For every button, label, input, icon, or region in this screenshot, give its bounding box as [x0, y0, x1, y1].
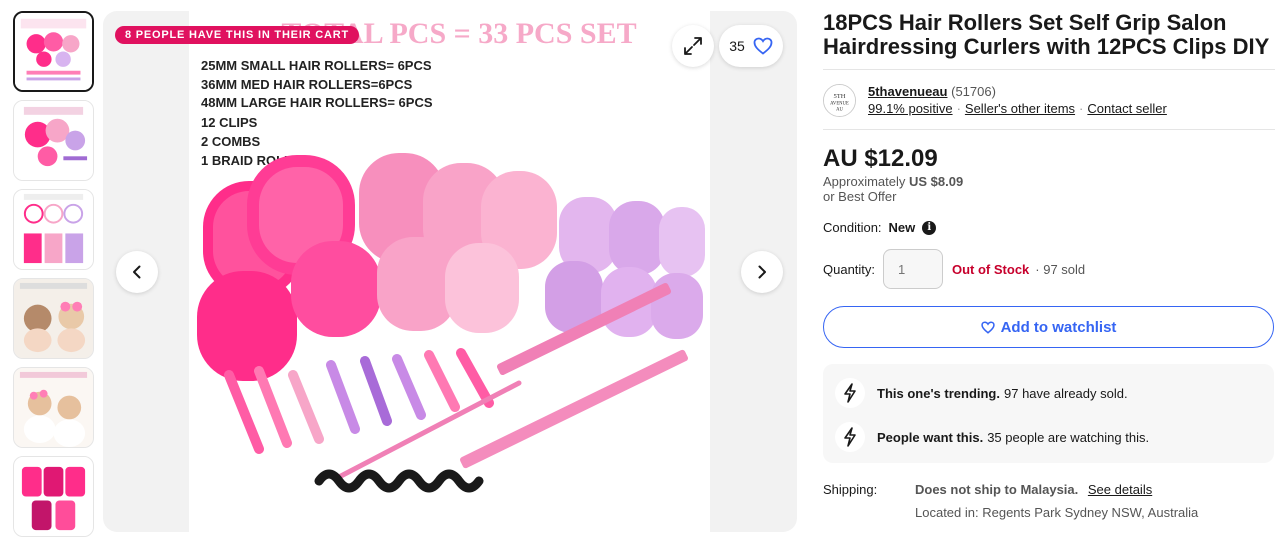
- separator: ·: [1079, 101, 1084, 116]
- price: AU $12.09: [823, 145, 938, 172]
- seller-other-items-link[interactable]: Seller's other items: [965, 101, 1075, 117]
- seller-positive-link[interactable]: 99.1% positive: [868, 101, 953, 117]
- heart-icon: [753, 37, 773, 55]
- expand-icon: [684, 37, 702, 55]
- sold-count: · 97 sold: [1035, 261, 1086, 277]
- info-icon[interactable]: i: [922, 220, 937, 235]
- thumbnail-6[interactable]: [13, 456, 94, 537]
- image-spec-line: 48MM LARGE HAIR ROLLERS= 6PCS: [201, 95, 433, 110]
- heart-icon: [980, 320, 995, 334]
- small-rollers: [545, 197, 705, 339]
- thumbnail-2[interactable]: [13, 100, 94, 181]
- watching-text: 35 people are watching this.: [987, 429, 1150, 445]
- seller-name-link[interactable]: 5thavenueau: [868, 84, 947, 99]
- next-image-button[interactable]: [741, 251, 783, 293]
- trending-row: This one's trending. 97 have already sol…: [835, 378, 1262, 408]
- product-photo: TOTAL PCS = 33 PCS SET 25MM SMALL HAIR R…: [189, 11, 710, 532]
- image-spec-line: 2 COMBS: [201, 134, 261, 149]
- trending-icon: [835, 378, 865, 408]
- thumbnail-strip: [13, 11, 96, 538]
- seller-logo[interactable]: 5TH AVENUE AU: [823, 84, 856, 117]
- svg-text:AVENUE: AVENUE: [830, 102, 849, 107]
- watch-count-button[interactable]: 35: [719, 25, 783, 67]
- add-to-watchlist-button[interactable]: Add to watchlist: [823, 306, 1274, 348]
- expand-image-button[interactable]: [672, 25, 714, 67]
- watching-row: People want this. 35 people are watching…: [835, 422, 1262, 452]
- stock-status: Out of Stock: [952, 261, 1030, 277]
- divider: [823, 129, 1275, 130]
- thumbnail-3[interactable]: [13, 189, 94, 270]
- chevron-left-icon: [133, 265, 141, 279]
- thumbnail-5[interactable]: [13, 367, 94, 448]
- contact-seller-link[interactable]: Contact seller: [1087, 101, 1166, 117]
- watch-count: 35: [729, 38, 745, 54]
- listing-title: 18PCS Hair Rollers Set Self Grip Salon H…: [823, 10, 1270, 59]
- main-product-image[interactable]: TOTAL PCS = 33 PCS SET 25MM SMALL HAIR R…: [103, 11, 797, 532]
- see-details-link[interactable]: See details: [1088, 482, 1152, 497]
- trending-box: This one's trending. 97 have already sol…: [823, 364, 1274, 463]
- svg-text:AU: AU: [836, 107, 843, 112]
- shipping-row: Shipping: Does not ship to Malaysia. See…: [823, 482, 1275, 520]
- thumbnail-4[interactable]: [13, 278, 94, 359]
- trending-text: 97 have already sold.: [1004, 385, 1128, 401]
- best-offer-text: or Best Offer: [823, 189, 897, 204]
- approx-price: Approximately US $8.09: [823, 174, 1275, 189]
- cart-banner: 8 PEOPLE HAVE THIS IN THEIR CART: [115, 26, 360, 44]
- watchlist-label: Add to watchlist: [1000, 318, 1117, 336]
- svg-text:5TH: 5TH: [833, 93, 845, 100]
- chevron-right-icon: [758, 265, 766, 279]
- condition-value: New: [888, 220, 916, 235]
- image-spec-line: 12 CLIPS: [201, 115, 258, 130]
- quantity-row: Quantity: Out of Stock · 97 sold: [823, 249, 1275, 289]
- listing-info: 18PCS Hair Rollers Set Self Grip Salon H…: [823, 0, 1275, 520]
- separator: ·: [956, 101, 961, 116]
- approx-label: Approximately: [823, 174, 906, 189]
- approx-value: US $8.09: [909, 174, 964, 189]
- quantity-label: Quantity:: [823, 261, 876, 277]
- trending-icon: [835, 422, 865, 452]
- condition-row: Condition: New i: [823, 220, 1275, 235]
- image-spec-line: 36MM MED HAIR ROLLERS=6PCS: [201, 77, 413, 92]
- thumbnail-1[interactable]: [13, 11, 94, 92]
- item-location: Located in: Regents Park Sydney NSW, Aus…: [915, 505, 1199, 520]
- quantity-input[interactable]: [883, 249, 943, 289]
- shipping-label: Shipping:: [823, 482, 878, 497]
- trending-bold: This one's trending.: [877, 385, 1000, 401]
- seller-info: 5TH AVENUE AU 5thavenueau (51706) 99.1% …: [823, 70, 1275, 129]
- watching-bold: People want this.: [877, 429, 984, 445]
- condition-label: Condition:: [823, 220, 882, 235]
- shipping-status: Does not ship to Malaysia.: [915, 482, 1079, 497]
- image-spec-line: 25MM SMALL HAIR ROLLERS= 6PCS: [201, 58, 432, 73]
- previous-image-button[interactable]: [116, 251, 158, 293]
- seller-feedback-count: (51706): [951, 84, 996, 99]
